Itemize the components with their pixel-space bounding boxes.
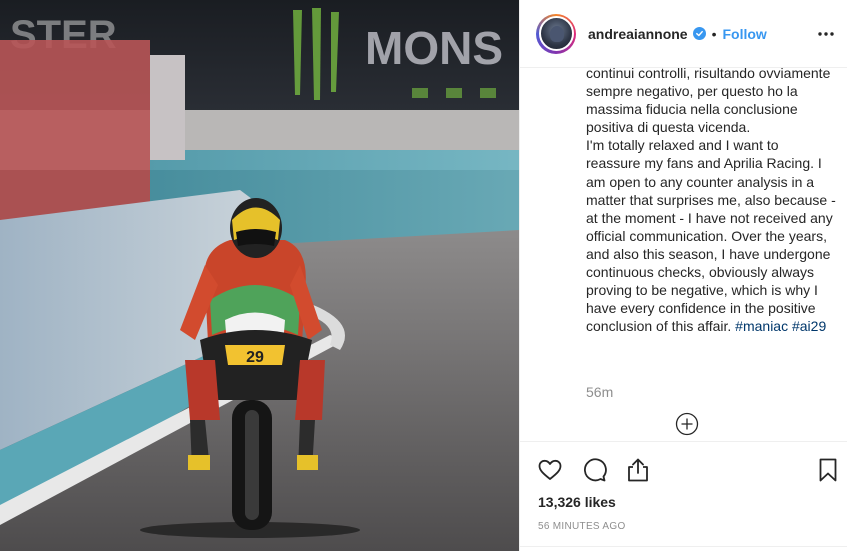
more-icon[interactable] xyxy=(814,22,838,46)
hoarding-text-right: MONS xyxy=(365,22,503,74)
caption-body: continui controlli, risultando ovviament… xyxy=(586,68,836,335)
hashtag-maniac[interactable]: #maniac xyxy=(735,318,788,334)
separator-dot: • xyxy=(711,25,717,42)
rider-photo: STER MONS 29 xyxy=(0,0,519,551)
avatar-image xyxy=(538,16,574,51)
share-icon[interactable] xyxy=(624,456,652,484)
caption-area: continui controlli, risultando ovviament… xyxy=(520,68,847,441)
bookmark-icon[interactable] xyxy=(814,456,842,484)
heart-icon[interactable] xyxy=(536,456,564,484)
post-image[interactable]: STER MONS 29 xyxy=(0,0,519,551)
post-actions: 13,326 likes 56 minutes ago xyxy=(520,441,847,551)
plus-circle-icon[interactable] xyxy=(675,412,699,436)
post-time[interactable]: 56 minutes ago xyxy=(538,521,626,532)
follow-button[interactable]: Follow xyxy=(723,26,767,42)
verified-icon xyxy=(692,27,706,40)
monster-logo xyxy=(293,8,339,100)
comment-icon[interactable] xyxy=(580,456,608,484)
caption-text: continui controlli, risultando ovviament… xyxy=(586,68,836,335)
post-header: andreaiannone • Follow xyxy=(520,0,847,68)
username[interactable]: andreaiannone xyxy=(588,26,688,42)
avatar[interactable] xyxy=(536,13,576,54)
svg-text:29: 29 xyxy=(246,349,264,366)
post-sidebar: andreaiannone • Follow continui controll… xyxy=(519,0,847,551)
hashtag-ai29[interactable]: #ai29 xyxy=(792,318,826,334)
likes-count[interactable]: 13,326 likes xyxy=(538,494,616,510)
caption-timestamp[interactable]: 56m xyxy=(586,384,613,400)
divider xyxy=(520,546,847,547)
